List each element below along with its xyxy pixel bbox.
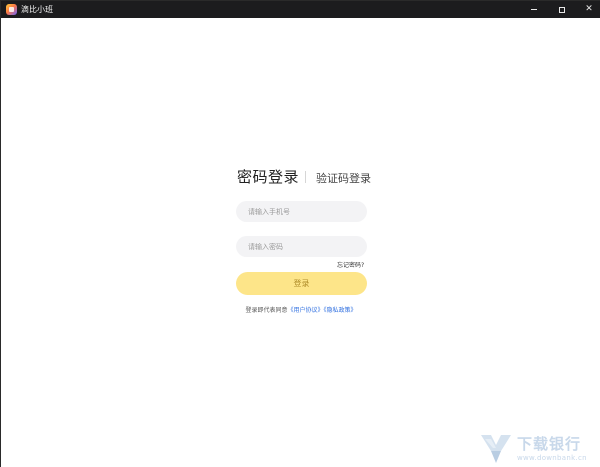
phone-input[interactable] [236,201,367,222]
watermark-url: www.downbank.cn [517,454,587,462]
login-page: 密码登录 验证码登录 忘记密码? 登录 登录即代表同意《用户协议》《隐私政策》 … [1,18,600,467]
app-logo-icon [6,4,17,15]
close-icon: ✕ [585,4,593,14]
login-button[interactable]: 登录 [236,272,367,295]
minimize-icon [531,9,537,10]
maximize-button[interactable] [548,1,576,18]
watermark-title: 下载银行 [517,435,582,453]
app-window: 滴比小班 ✕ 密码登录 验证码登录 忘记密码? 登录 登录即代表同意《用户协议》… [0,0,600,467]
login-tabs: 密码登录 验证码登录 [1,163,600,191]
downbank-logo-icon [481,435,511,463]
agreement-text: 登录即代表同意《用户协议》《隐私政策》 [1,305,600,314]
forgot-password-link[interactable]: 忘记密码? [337,260,364,269]
maximize-icon [559,6,565,13]
privacy-policy-link[interactable]: 《隐私政策》 [324,307,357,314]
agreement-prefix: 登录即代表同意 [245,307,288,314]
close-button[interactable]: ✕ [575,1,600,18]
minimize-button[interactable] [520,1,548,18]
watermark: 下载银行 www.downbank.cn [479,433,599,467]
tab-code-login[interactable]: 验证码登录 [316,170,371,186]
window-title: 滴比小班 [21,5,53,14]
user-agreement-link[interactable]: 《用户协议》 [287,307,323,314]
tab-divider [305,171,306,183]
password-input[interactable] [236,236,367,257]
title-bar[interactable]: 滴比小班 ✕ [1,1,600,18]
tab-password-login[interactable]: 密码登录 [237,166,299,187]
